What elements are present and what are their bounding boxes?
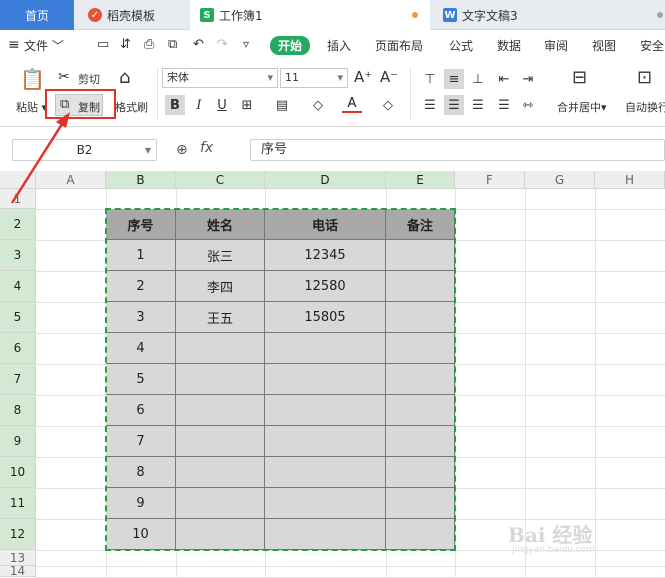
annotation-arrow: [10, 112, 70, 204]
